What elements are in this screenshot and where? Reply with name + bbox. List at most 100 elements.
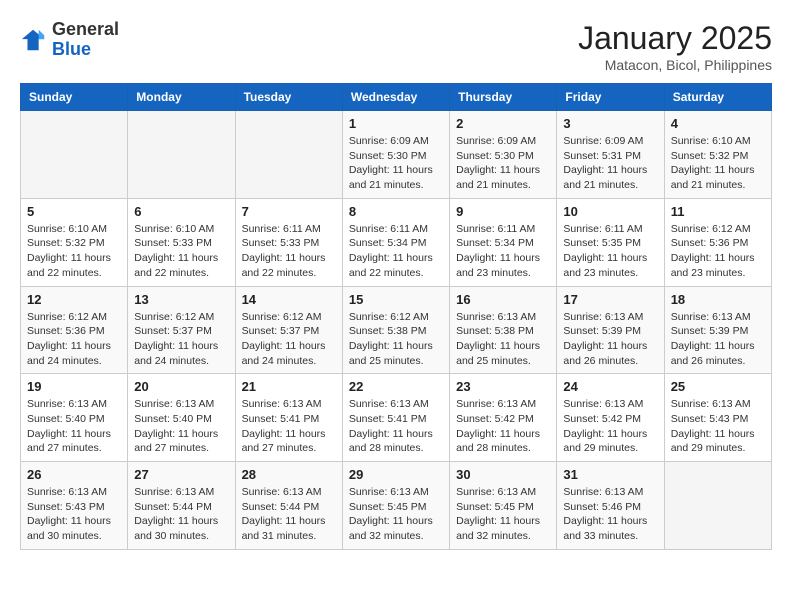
day-number: 30 [456,467,550,482]
day-cell [21,111,128,199]
day-info: Sunrise: 6:10 AM Sunset: 5:32 PM Dayligh… [671,134,765,193]
day-number: 11 [671,204,765,219]
day-cell: 21 Sunrise: 6:13 AM Sunset: 5:41 PM Dayli… [235,374,342,462]
day-info: Sunrise: 6:13 AM Sunset: 5:40 PM Dayligh… [27,397,121,456]
day-info: Sunrise: 6:09 AM Sunset: 5:30 PM Dayligh… [456,134,550,193]
logo-line1: General [52,20,119,40]
week-row-3: 12 Sunrise: 6:12 AM Sunset: 5:36 PM Dayli… [21,286,772,374]
day-info: Sunrise: 6:12 AM Sunset: 5:36 PM Dayligh… [27,310,121,369]
day-number: 19 [27,379,121,394]
day-number: 3 [563,116,657,131]
day-number: 1 [349,116,443,131]
day-cell: 1 Sunrise: 6:09 AM Sunset: 5:30 PM Daylig… [342,111,449,199]
day-cell: 29 Sunrise: 6:13 AM Sunset: 5:45 PM Dayli… [342,462,449,550]
day-info: Sunrise: 6:13 AM Sunset: 5:38 PM Dayligh… [456,310,550,369]
day-number: 10 [563,204,657,219]
day-number: 28 [242,467,336,482]
day-number: 27 [134,467,228,482]
day-cell: 5Sunrise: 6:10 AM Sunset: 5:32 PM Daylig… [21,198,128,286]
day-cell: 27 Sunrise: 6:13 AM Sunset: 5:44 PM Dayli… [128,462,235,550]
logo-icon [20,26,48,54]
day-number: 6 [134,204,228,219]
day-cell: 8Sunrise: 6:11 AM Sunset: 5:34 PM Daylig… [342,198,449,286]
day-info: Sunrise: 6:13 AM Sunset: 5:45 PM Dayligh… [456,485,550,544]
day-cell: 31 Sunrise: 6:13 AM Sunset: 5:46 PM Dayli… [557,462,664,550]
day-info: Sunrise: 6:13 AM Sunset: 5:45 PM Dayligh… [349,485,443,544]
day-info: Sunrise: 6:11 AM Sunset: 5:34 PM Dayligh… [349,222,443,281]
day-info: Sunrise: 6:13 AM Sunset: 5:41 PM Dayligh… [242,397,336,456]
day-cell: 11 Sunrise: 6:12 AM Sunset: 5:36 PM Dayli… [664,198,771,286]
day-cell: 10Sunrise: 6:11 AM Sunset: 5:35 PM Dayli… [557,198,664,286]
header-saturday: Saturday [664,84,771,111]
day-number: 22 [349,379,443,394]
day-cell: 3 Sunrise: 6:09 AM Sunset: 5:31 PM Daylig… [557,111,664,199]
day-cell: 12 Sunrise: 6:12 AM Sunset: 5:36 PM Dayli… [21,286,128,374]
header-monday: Monday [128,84,235,111]
day-info: Sunrise: 6:12 AM Sunset: 5:36 PM Dayligh… [671,222,765,281]
calendar-body: 1 Sunrise: 6:09 AM Sunset: 5:30 PM Daylig… [21,111,772,550]
day-info: Sunrise: 6:13 AM Sunset: 5:44 PM Dayligh… [242,485,336,544]
day-cell: 24Sunrise: 6:13 AM Sunset: 5:42 PM Dayli… [557,374,664,462]
day-cell: 28 Sunrise: 6:13 AM Sunset: 5:44 PM Dayli… [235,462,342,550]
day-cell: 23 Sunrise: 6:13 AM Sunset: 5:42 PM Dayli… [450,374,557,462]
day-info: Sunrise: 6:10 AM Sunset: 5:33 PM Dayligh… [134,222,228,281]
day-info: Sunrise: 6:13 AM Sunset: 5:43 PM Dayligh… [27,485,121,544]
day-number: 7 [242,204,336,219]
page-header: General Blue January 2025 Matacon, Bicol… [20,20,772,73]
day-cell: 4 Sunrise: 6:10 AM Sunset: 5:32 PM Daylig… [664,111,771,199]
week-row-2: 5Sunrise: 6:10 AM Sunset: 5:32 PM Daylig… [21,198,772,286]
day-cell: 7Sunrise: 6:11 AM Sunset: 5:33 PM Daylig… [235,198,342,286]
day-info: Sunrise: 6:09 AM Sunset: 5:31 PM Dayligh… [563,134,657,193]
day-number: 17 [563,292,657,307]
day-cell: 18 Sunrise: 6:13 AM Sunset: 5:39 PM Dayli… [664,286,771,374]
logo-line2: Blue [52,40,119,60]
day-info: Sunrise: 6:13 AM Sunset: 5:43 PM Dayligh… [671,397,765,456]
day-number: 15 [349,292,443,307]
day-cell: 26Sunrise: 6:13 AM Sunset: 5:43 PM Dayli… [21,462,128,550]
day-number: 2 [456,116,550,131]
day-number: 20 [134,379,228,394]
day-info: Sunrise: 6:13 AM Sunset: 5:40 PM Dayligh… [134,397,228,456]
day-number: 23 [456,379,550,394]
day-cell: 14 Sunrise: 6:12 AM Sunset: 5:37 PM Dayli… [235,286,342,374]
day-info: Sunrise: 6:13 AM Sunset: 5:42 PM Dayligh… [456,397,550,456]
day-number: 16 [456,292,550,307]
calendar-table: SundayMondayTuesdayWednesdayThursdayFrid… [20,83,772,550]
day-number: 18 [671,292,765,307]
day-cell: 22 Sunrise: 6:13 AM Sunset: 5:41 PM Dayli… [342,374,449,462]
day-cell: 30 Sunrise: 6:13 AM Sunset: 5:45 PM Dayli… [450,462,557,550]
day-info: Sunrise: 6:12 AM Sunset: 5:38 PM Dayligh… [349,310,443,369]
day-info: Sunrise: 6:13 AM Sunset: 5:44 PM Dayligh… [134,485,228,544]
day-info: Sunrise: 6:13 AM Sunset: 5:39 PM Dayligh… [671,310,765,369]
day-cell: 15 Sunrise: 6:12 AM Sunset: 5:38 PM Dayli… [342,286,449,374]
title-block: January 2025 Matacon, Bicol, Philippines [578,20,772,73]
month-title: January 2025 [578,20,772,57]
day-info: Sunrise: 6:12 AM Sunset: 5:37 PM Dayligh… [242,310,336,369]
header-sunday: Sunday [21,84,128,111]
week-row-5: 26Sunrise: 6:13 AM Sunset: 5:43 PM Dayli… [21,462,772,550]
day-number: 21 [242,379,336,394]
day-cell: 6 Sunrise: 6:10 AM Sunset: 5:33 PM Daylig… [128,198,235,286]
day-number: 5 [27,204,121,219]
header-wednesday: Wednesday [342,84,449,111]
subtitle: Matacon, Bicol, Philippines [578,57,772,73]
day-number: 31 [563,467,657,482]
header-friday: Friday [557,84,664,111]
day-number: 4 [671,116,765,131]
week-row-4: 19 Sunrise: 6:13 AM Sunset: 5:40 PM Dayli… [21,374,772,462]
day-cell [128,111,235,199]
day-cell: 17Sunrise: 6:13 AM Sunset: 5:39 PM Dayli… [557,286,664,374]
day-info: Sunrise: 6:09 AM Sunset: 5:30 PM Dayligh… [349,134,443,193]
day-number: 13 [134,292,228,307]
day-number: 14 [242,292,336,307]
calendar-header: SundayMondayTuesdayWednesdayThursdayFrid… [21,84,772,111]
day-number: 29 [349,467,443,482]
header-thursday: Thursday [450,84,557,111]
day-info: Sunrise: 6:13 AM Sunset: 5:46 PM Dayligh… [563,485,657,544]
day-cell: 25Sunrise: 6:13 AM Sunset: 5:43 PM Dayli… [664,374,771,462]
day-cell: 9Sunrise: 6:11 AM Sunset: 5:34 PM Daylig… [450,198,557,286]
day-number: 12 [27,292,121,307]
header-tuesday: Tuesday [235,84,342,111]
day-cell: 19 Sunrise: 6:13 AM Sunset: 5:40 PM Dayli… [21,374,128,462]
day-info: Sunrise: 6:13 AM Sunset: 5:41 PM Dayligh… [349,397,443,456]
